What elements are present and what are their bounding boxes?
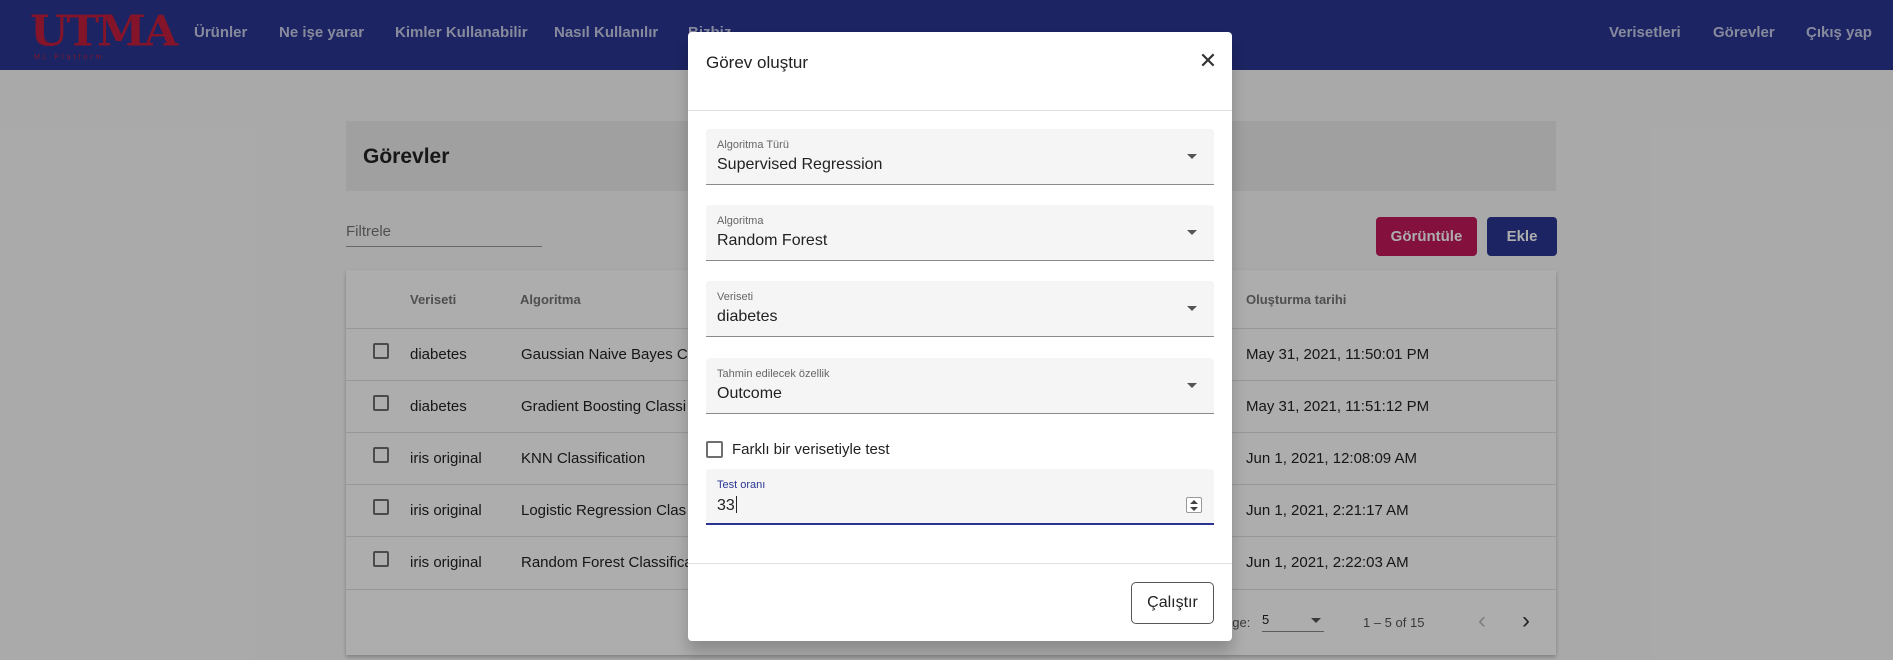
checkbox-label[interactable]: Farklı bir verisetiyle test xyxy=(732,441,890,458)
field-label: Algoritma xyxy=(717,215,764,227)
dialog-title: Görev oluştur xyxy=(706,53,809,72)
field-label: Algoritma Türü xyxy=(717,139,789,151)
field-value: Random Forest xyxy=(717,232,828,249)
dialog-divider xyxy=(688,563,1232,564)
chevron-down-icon xyxy=(1187,154,1197,159)
number-spinner[interactable] xyxy=(1186,497,1202,513)
field-label: Tahmin edilecek özellik xyxy=(717,368,830,380)
field-value: 33 xyxy=(717,496,737,515)
dialog-divider xyxy=(688,110,1232,111)
field-value: Supervised Regression xyxy=(717,156,883,173)
target-feature-select[interactable]: Tahmin edilecek özellik Outcome xyxy=(706,358,1214,414)
spin-up-icon[interactable] xyxy=(1190,500,1198,504)
chevron-down-icon xyxy=(1187,306,1197,311)
field-value: Outcome xyxy=(717,385,782,402)
field-value: diabetes xyxy=(717,308,778,325)
algorithm-type-select[interactable]: Algoritma Türü Supervised Regression xyxy=(706,129,1214,185)
algorithm-select[interactable]: Algoritma Random Forest xyxy=(706,205,1214,261)
test-ratio-input[interactable]: Test oranı 33 xyxy=(706,469,1214,525)
run-button[interactable]: Çalıştır xyxy=(1131,582,1214,624)
close-icon[interactable]: ✕ xyxy=(1196,48,1220,73)
field-label: Veriseti xyxy=(717,291,754,303)
dataset-select[interactable]: Veriseti diabetes xyxy=(706,281,1214,337)
text-cursor xyxy=(735,496,737,513)
field-label: Test oranı xyxy=(717,479,766,491)
different-dataset-option[interactable]: Farklı bir verisetiyle test xyxy=(706,439,890,459)
chevron-down-icon xyxy=(1187,383,1197,388)
chevron-down-icon xyxy=(1187,230,1197,235)
different-dataset-checkbox[interactable] xyxy=(706,440,723,458)
spin-down-icon[interactable] xyxy=(1190,507,1198,511)
test-ratio-value: 33 xyxy=(717,497,735,514)
create-task-dialog: Görev oluştur ✕ Algoritma Türü Supervise… xyxy=(688,32,1232,641)
